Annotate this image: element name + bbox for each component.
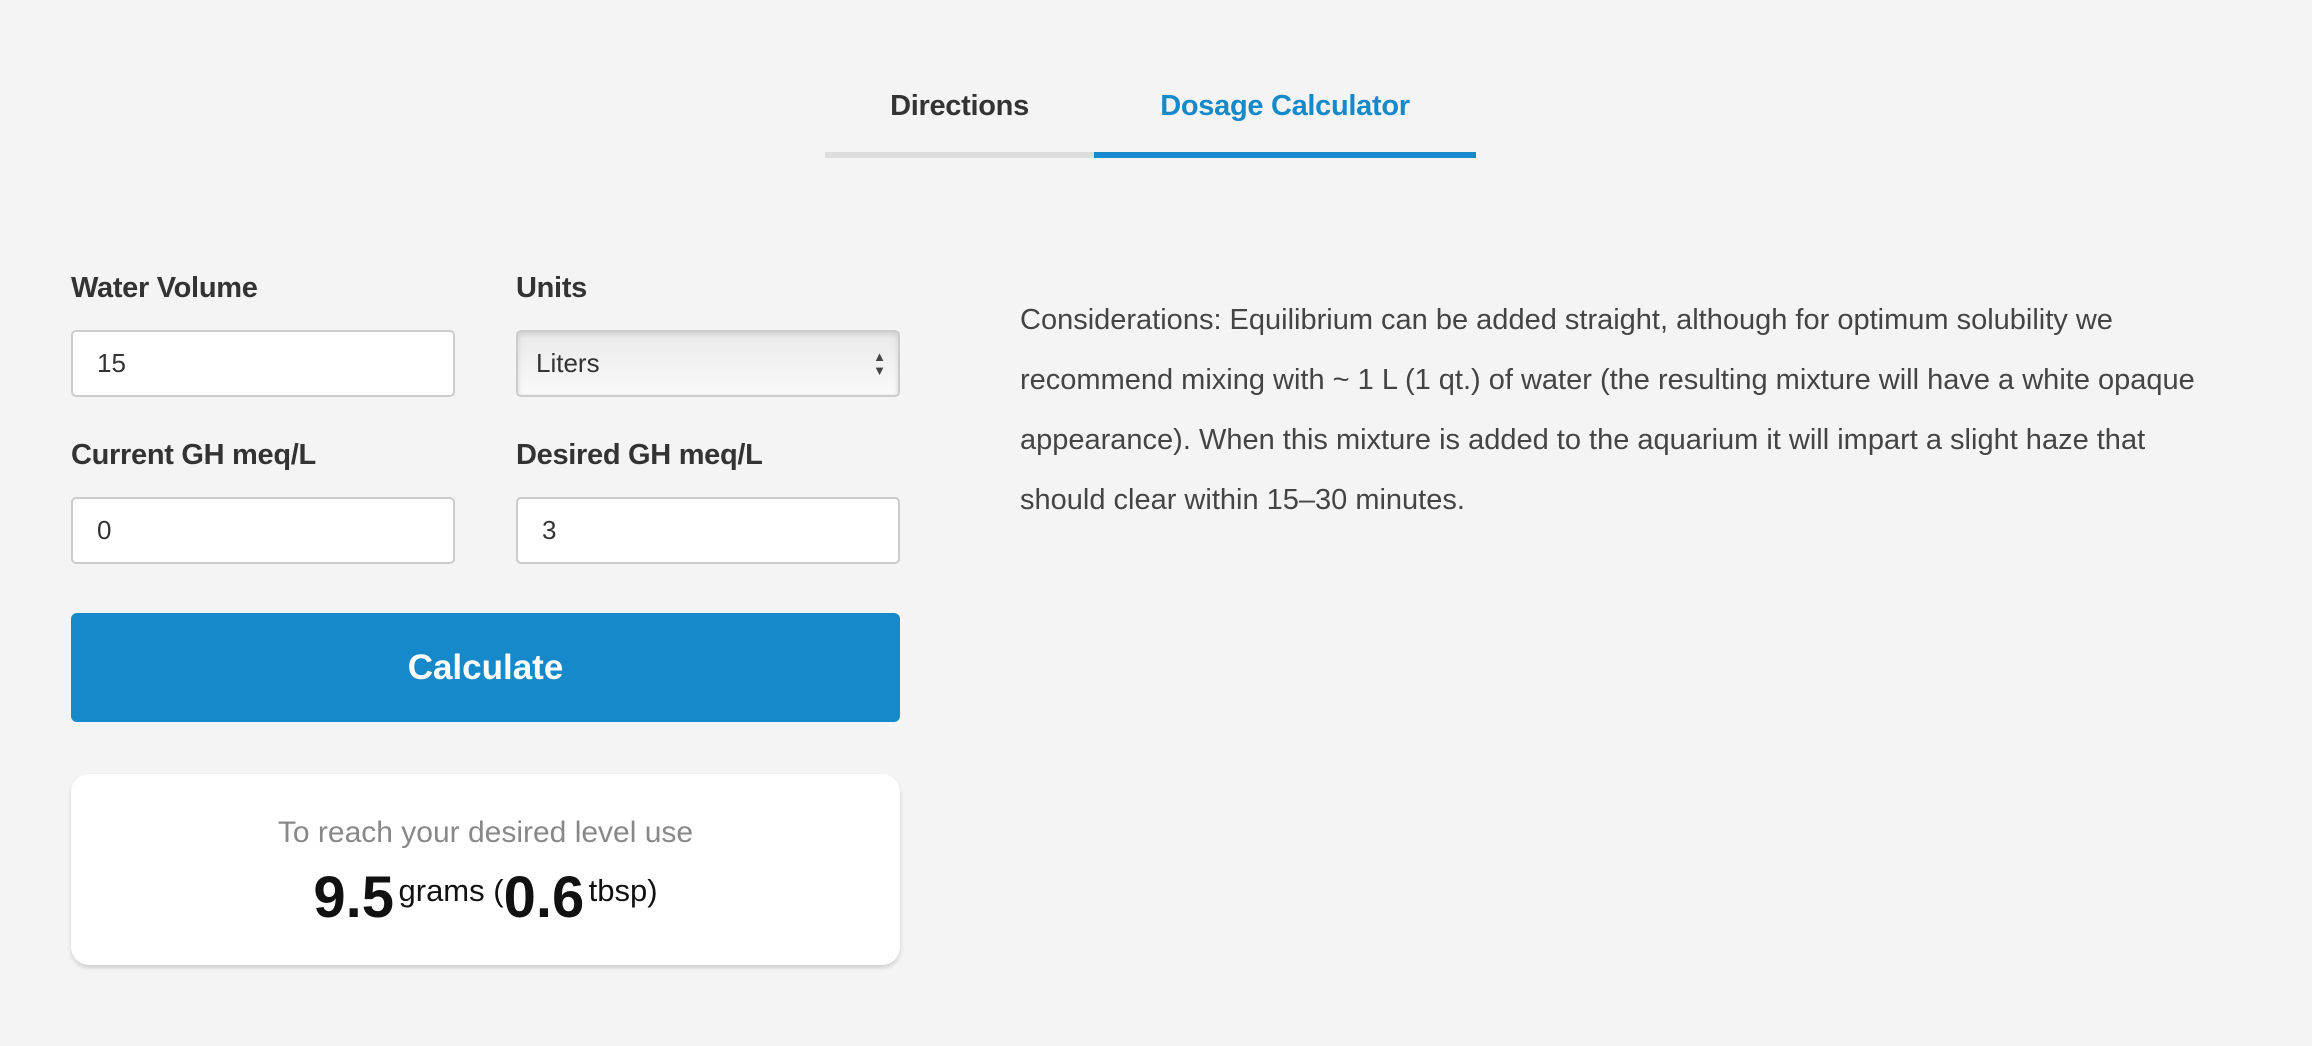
grams-unit: grams (: [398, 873, 504, 908]
tab-directions[interactable]: Directions: [825, 60, 1094, 158]
tab-bar: Directions Dosage Calculator: [825, 60, 1476, 158]
result-intro: To reach your desired level use: [277, 816, 694, 849]
current-gh-label: Current GH meq/L: [71, 439, 316, 471]
desired-gh-input[interactable]: 3: [516, 497, 900, 564]
desired-gh-label: Desired GH meq/L: [516, 439, 763, 471]
current-gh-input[interactable]: 0: [71, 497, 455, 564]
units-selected-value: Liters: [536, 348, 600, 378]
grams-value: 9.5: [313, 865, 395, 930]
result-card: To reach your desired level use 9.5 gram…: [71, 774, 900, 965]
select-arrows-icon: ▲ ▼: [873, 349, 886, 378]
result-values: 9.5 grams (0.6 tbsp): [71, 864, 900, 931]
water-volume-label: Water Volume: [71, 272, 258, 304]
units-select[interactable]: Liters ▲ ▼: [516, 330, 900, 397]
water-volume-input[interactable]: 15: [71, 330, 455, 397]
units-label: Units: [516, 272, 588, 304]
tab-dosage-calculator[interactable]: Dosage Calculator: [1094, 60, 1476, 158]
considerations-text: Considerations: Equilibrium can be added…: [1020, 304, 2195, 516]
calculate-button[interactable]: Calculate: [71, 613, 900, 722]
tbsp-value: 0.6: [503, 865, 585, 930]
tbsp-unit: tbsp): [588, 873, 658, 908]
